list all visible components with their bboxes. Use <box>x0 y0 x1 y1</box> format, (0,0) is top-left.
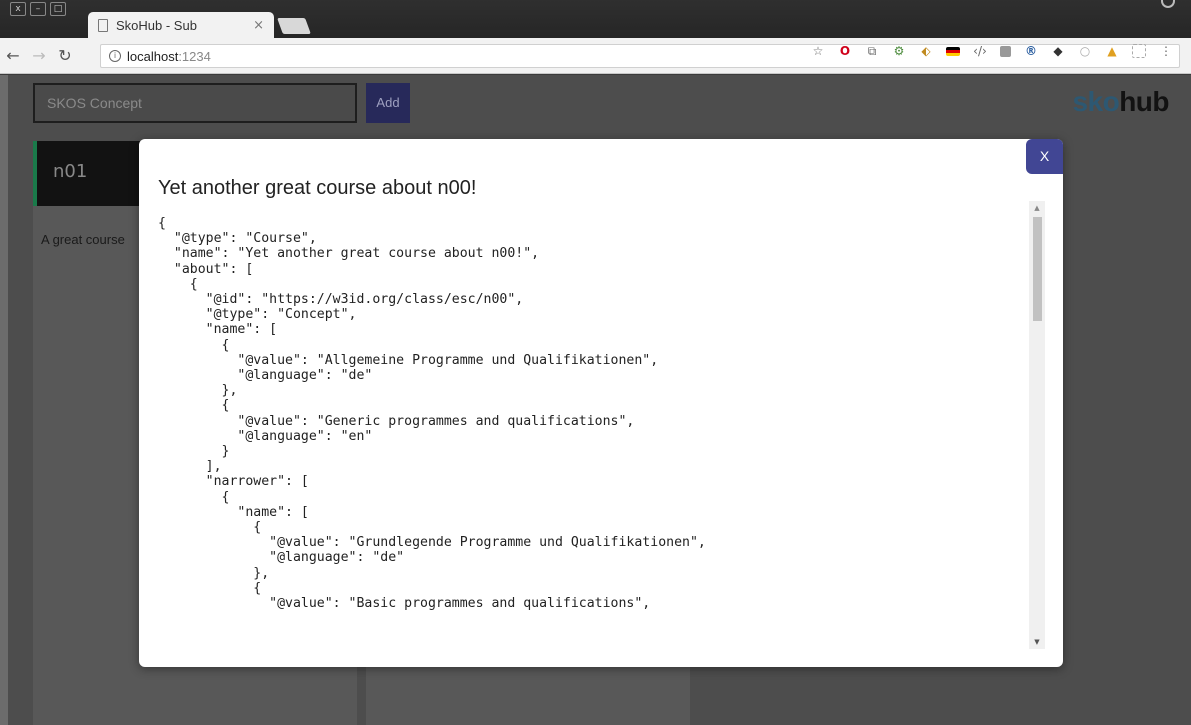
code-icon[interactable]: ‹/› <box>973 44 987 58</box>
german-flag-icon[interactable] <box>946 46 960 56</box>
grid-extension-icon[interactable] <box>1132 44 1146 58</box>
skos-concept-input[interactable]: SKOS Concept <box>33 83 357 123</box>
js-extension-icon[interactable]: ⚙ <box>892 44 906 58</box>
json-code: { "@type": "Course", "name": "Yet anothe… <box>158 216 706 612</box>
scroll-up-arrow-icon[interactable]: ▲ <box>1029 203 1045 213</box>
page-icon <box>98 19 108 32</box>
opera-icon[interactable]: O <box>838 44 852 58</box>
window-maximize-button[interactable]: □ <box>50 2 66 16</box>
r-extension-icon[interactable]: ® <box>1024 44 1038 58</box>
skohub-logo: skohub <box>1072 86 1169 118</box>
info-icon[interactable]: i <box>109 50 121 62</box>
scroll-thumb[interactable] <box>1033 217 1042 321</box>
add-button[interactable]: Add <box>366 83 410 123</box>
profile-icon[interactable] <box>1161 0 1175 8</box>
window-minimize-button[interactable]: – <box>30 2 46 16</box>
tab-title: SkoHub - Sub <box>116 18 197 33</box>
url-port: :1234 <box>178 48 211 64</box>
forward-icon[interactable]: → <box>26 46 52 65</box>
back-icon[interactable]: ← <box>0 46 26 65</box>
extension-icons: ☆ O ⧉ ⚙ ⬖ ‹/› ® ◆ ○ ▲ ⋮ <box>811 44 1173 58</box>
bookmark-star-icon[interactable]: ☆ <box>811 44 825 58</box>
window-controls: x – □ <box>10 2 66 16</box>
modal-close-button[interactable]: X <box>1026 139 1063 174</box>
extension-square-icon[interactable] <box>1000 45 1011 57</box>
url-host: localhost <box>127 48 179 64</box>
scroll-down-arrow-icon[interactable]: ▼ <box>1029 637 1045 647</box>
tab-close-icon[interactable]: × <box>253 18 264 33</box>
off-extension-icon[interactable]: ▲ <box>1105 44 1119 58</box>
logo-part2: hub <box>1119 86 1169 117</box>
logo-part1: sko <box>1072 86 1120 117</box>
window-close-button[interactable]: x <box>10 2 26 16</box>
circle-extension-icon[interactable]: ○ <box>1078 44 1092 58</box>
modal-scrollbar[interactable]: ▲ ▼ <box>1029 201 1045 649</box>
screenshot-icon[interactable]: ⧉ <box>865 44 879 58</box>
pocket-icon[interactable]: ◆ <box>1051 44 1065 58</box>
window-left-edge <box>0 75 8 725</box>
browser-tab[interactable]: SkoHub - Sub × <box>88 12 274 39</box>
extension-icon[interactable]: ⬖ <box>919 44 933 58</box>
modal-title: Yet another great course about n00! <box>158 177 477 199</box>
reload-icon[interactable]: ↻ <box>52 46 78 65</box>
course-modal: Yet another great course about n00! { "@… <box>139 139 1063 667</box>
menu-icon[interactable]: ⋮ <box>1159 44 1173 58</box>
new-tab-button[interactable] <box>277 18 311 34</box>
json-code-area[interactable]: { "@type": "Course", "name": "Yet anothe… <box>158 216 1028 648</box>
